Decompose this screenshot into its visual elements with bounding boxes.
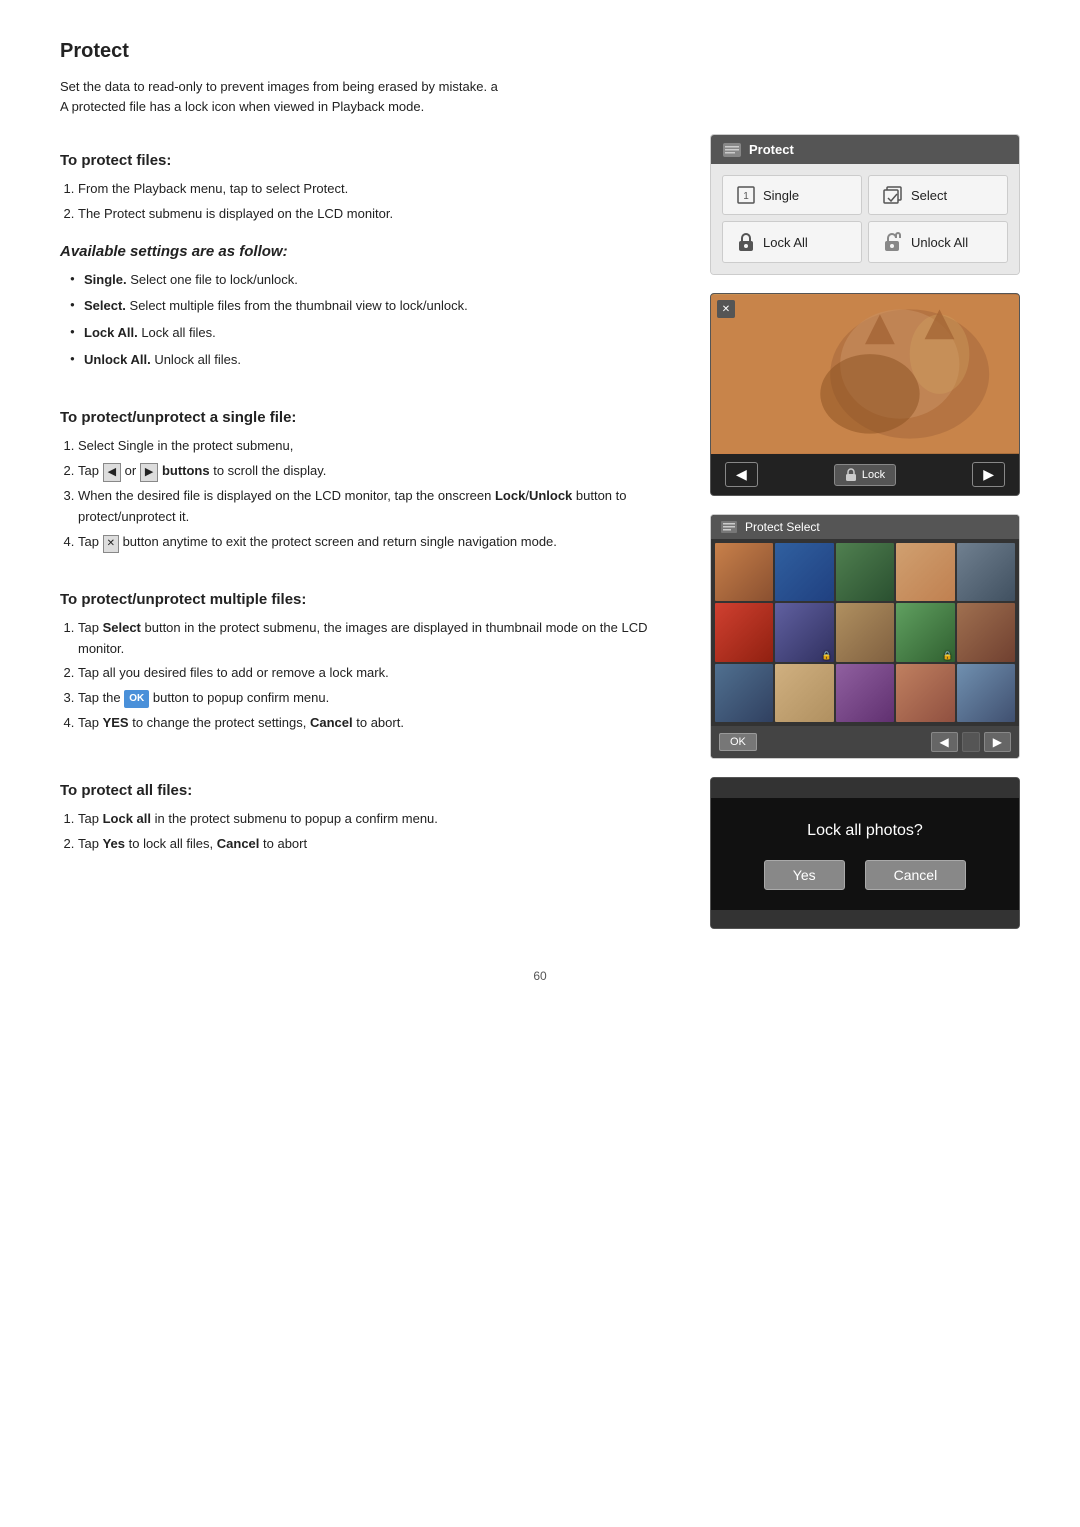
lock-all-dialog: Lock all photos? Yes Cancel bbox=[710, 777, 1020, 929]
protect-menu-title: Protect bbox=[749, 142, 794, 157]
single-label: Single bbox=[763, 188, 799, 203]
step: Tap Yes to lock all files, Cancel to abo… bbox=[78, 834, 680, 855]
thumbnail-grid: 🔒 🔒 bbox=[711, 539, 1019, 726]
settings-item: Select. Select multiple files from the t… bbox=[70, 296, 680, 317]
protect-files-title: To protect files: bbox=[60, 152, 680, 169]
step: Tap ◀ or ▶ buttons to scroll the display… bbox=[78, 461, 680, 483]
menu-icon-small bbox=[721, 521, 737, 533]
dialog-content: Lock all photos? Yes Cancel bbox=[711, 798, 1019, 910]
step: From the Playback menu, tap to select Pr… bbox=[78, 179, 680, 200]
protect-menu-header: Protect bbox=[711, 135, 1019, 164]
right-column: Protect 1 Single Select bbox=[710, 134, 1020, 929]
select-icon bbox=[883, 186, 903, 204]
settings-item: Single. Select one file to lock/unlock. bbox=[70, 270, 680, 291]
step: Tap YES to change the protect settings, … bbox=[78, 713, 680, 734]
left-column: To protect files: From the Playback menu… bbox=[60, 134, 680, 864]
thumbnail[interactable] bbox=[715, 603, 773, 661]
lock-label: Lock bbox=[862, 469, 885, 481]
unlock-all-icon bbox=[883, 232, 903, 252]
yes-button[interactable]: Yes bbox=[764, 860, 845, 890]
select-label: Select bbox=[911, 188, 947, 203]
thumbnail[interactable] bbox=[896, 543, 954, 601]
dialog-text: Lock all photos? bbox=[807, 822, 923, 840]
camera-image: ✕ bbox=[711, 294, 1019, 454]
thumbnail[interactable] bbox=[836, 664, 894, 722]
step: Tap Lock all in the protect submenu to p… bbox=[78, 809, 680, 830]
thumbnail[interactable] bbox=[836, 543, 894, 601]
exit-button[interactable]: ✕ bbox=[717, 300, 735, 318]
prev-button[interactable]: ◀ bbox=[725, 462, 758, 487]
step: When the desired file is displayed on th… bbox=[78, 486, 680, 528]
step: Tap all you desired files to add or remo… bbox=[78, 663, 680, 684]
svg-text:1: 1 bbox=[743, 191, 749, 202]
intro-text: Set the data to read-only to prevent ima… bbox=[60, 77, 1020, 116]
multiple-files-steps: Tap Select button in the protect submenu… bbox=[78, 618, 680, 734]
protect-select-header: Protect Select bbox=[711, 515, 1019, 539]
next-button[interactable]: ▶ bbox=[972, 462, 1005, 487]
step: Select Single in the protect submenu, bbox=[78, 436, 680, 457]
step: Tap ✕ button anytime to exit the protect… bbox=[78, 532, 680, 553]
dialog-buttons: Yes Cancel bbox=[764, 860, 966, 890]
page-number: 60 bbox=[60, 969, 1020, 983]
lock-all-icon bbox=[737, 232, 755, 252]
lock-all-label: Lock All bbox=[763, 235, 808, 250]
thumbnail[interactable] bbox=[715, 543, 773, 601]
single-file-title: To protect/unprotect a single file: bbox=[60, 409, 680, 426]
thumbnail[interactable] bbox=[836, 603, 894, 661]
protect-select-title: Protect Select bbox=[745, 520, 820, 534]
settings-list: Single. Select one file to lock/unlock. … bbox=[70, 270, 680, 371]
select-menu-item[interactable]: Select bbox=[868, 175, 1008, 215]
thumbnail[interactable]: 🔒 bbox=[775, 603, 833, 661]
settings-item: Lock All. Lock all files. bbox=[70, 323, 680, 344]
cancel-button[interactable]: Cancel bbox=[865, 860, 967, 890]
available-settings-title: Available settings are as follow: bbox=[60, 243, 680, 260]
settings-item: Unlock All. Unlock all files. bbox=[70, 350, 680, 371]
thumbnail[interactable] bbox=[896, 664, 954, 722]
camera-controls: ◀ Lock ▶ bbox=[711, 454, 1019, 495]
protect-menu-grid: 1 Single Select bbox=[711, 164, 1019, 274]
unlock-all-menu-item[interactable]: Unlock All bbox=[868, 221, 1008, 263]
nav-buttons: ◀ ▶ bbox=[931, 732, 1011, 752]
menu-icon bbox=[723, 143, 741, 157]
step: Tap the OK button to popup confirm menu. bbox=[78, 688, 680, 709]
single-menu-item[interactable]: 1 Single bbox=[722, 175, 862, 215]
all-files-title: To protect all files: bbox=[60, 782, 680, 799]
cat-image bbox=[711, 294, 1019, 454]
single-file-steps: Select Single in the protect submenu, Ta… bbox=[78, 436, 680, 553]
single-icon: 1 bbox=[737, 186, 755, 204]
dialog-bottom-bar bbox=[711, 910, 1019, 928]
ok-button[interactable]: OK bbox=[719, 733, 757, 751]
all-files-steps: Tap Lock all in the protect submenu to p… bbox=[78, 809, 680, 855]
step: The Protect submenu is displayed on the … bbox=[78, 204, 680, 225]
thumbnail[interactable]: 🔒 bbox=[896, 603, 954, 661]
lock-all-menu-item[interactable]: Lock All bbox=[722, 221, 862, 263]
camera-preview-panel: ✕ ◀ bbox=[710, 293, 1020, 496]
lock-button[interactable]: Lock bbox=[834, 464, 896, 486]
protect-files-steps: From the Playback menu, tap to select Pr… bbox=[78, 179, 680, 225]
thumbnail[interactable] bbox=[775, 664, 833, 722]
lock-icon bbox=[845, 468, 857, 482]
ps-prev-button[interactable]: ◀ bbox=[931, 732, 958, 752]
multiple-files-title: To protect/unprotect multiple files: bbox=[60, 591, 680, 608]
protect-menu-panel: Protect 1 Single Select bbox=[710, 134, 1020, 275]
ps-separator bbox=[962, 732, 980, 752]
step: Tap Select button in the protect submenu… bbox=[78, 618, 680, 660]
protect-select-controls: OK ◀ ▶ bbox=[711, 726, 1019, 758]
thumbnail[interactable] bbox=[957, 543, 1015, 601]
thumbnail[interactable] bbox=[957, 603, 1015, 661]
unlock-all-label: Unlock All bbox=[911, 235, 968, 250]
thumbnail[interactable] bbox=[775, 543, 833, 601]
page-title: Protect bbox=[60, 40, 1020, 63]
thumbnail[interactable] bbox=[715, 664, 773, 722]
dialog-top-bar bbox=[711, 778, 1019, 798]
thumbnail[interactable] bbox=[957, 664, 1015, 722]
ps-next-button[interactable]: ▶ bbox=[984, 732, 1011, 752]
protect-select-panel: Protect Select 🔒 🔒 bbox=[710, 514, 1020, 759]
